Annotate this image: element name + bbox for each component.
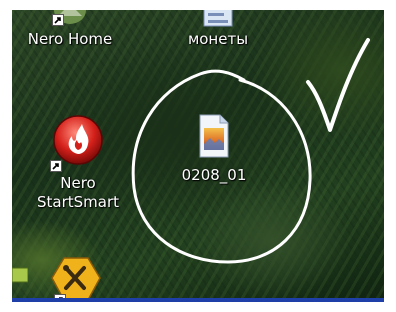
desktop: Nero Home монеты Nero StartSmart 0208_01 (12, 10, 384, 302)
desktop-border (12, 298, 384, 302)
screenshot-frame: Nero Home монеты Nero StartSmart 0208_01 (0, 0, 396, 312)
annotation-checkmark (306, 38, 370, 132)
annotation-circle (131, 69, 312, 264)
annotation-overlay (131, 38, 370, 264)
